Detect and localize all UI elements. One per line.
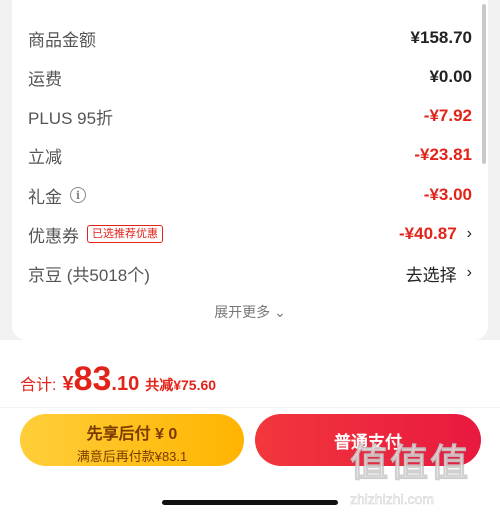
coupon-value-group: -¥40.87 › <box>399 224 472 244</box>
jingdou-value-group: 去选择 › <box>406 261 472 286</box>
total-integer: 83 <box>73 360 112 398</box>
goods-amount-value: ¥158.70 <box>410 28 472 47</box>
row-instant-discount: 立减 -¥23.81 <box>28 135 472 175</box>
divider <box>0 407 500 408</box>
plus-discount-value: -¥7.92 <box>423 106 472 125</box>
shipping-label: 运费 <box>28 69 62 89</box>
shipping-value: ¥0.00 <box>429 67 472 86</box>
gift-money-label: 礼金 <box>28 187 62 207</box>
total-amount: 合计: ¥ 83 .10 共减¥75.60 <box>20 360 216 399</box>
instant-discount-label: 立减 <box>28 147 62 167</box>
watermark: 值值值 zhizhizhi.com <box>350 432 490 512</box>
coupon-label-group: 优惠券 已选推荐优惠 <box>28 222 163 247</box>
watermark-url: zhizhizhi.com <box>350 491 435 508</box>
expand-more-button[interactable]: 展开更多 ⌄ <box>12 302 488 322</box>
gift-money-value: -¥3.00 <box>423 185 472 204</box>
jingdou-select-text: 去选择 <box>405 265 457 285</box>
row-plus-discount: PLUS 95折 -¥7.92 <box>28 96 472 136</box>
total-saved: 共减¥75.60 <box>145 377 217 393</box>
chevron-right-icon: › <box>466 225 472 242</box>
pay-later-subtitle: 满意后再付款¥83.1 <box>76 449 188 464</box>
row-shipping: 运费 ¥0.00 <box>28 57 472 97</box>
row-goods-amount: 商品金额 ¥158.70 <box>28 18 472 58</box>
row-jingdou[interactable]: 京豆 (共5018个) 去选择 › <box>28 253 472 293</box>
recommended-badge: 已选推荐优惠 <box>87 225 163 243</box>
pay-later-title: 先享后付 ¥ 0 <box>86 426 178 443</box>
goods-amount-label: 商品金额 <box>28 30 96 50</box>
row-gift-money: 礼金 i -¥3.00 <box>28 175 472 215</box>
pay-later-button[interactable]: 先享后付 ¥ 0 满意后再付款¥83.1 <box>20 414 244 466</box>
expand-more-label: 展开更多 <box>214 304 271 320</box>
chevron-down-icon: ⌄ <box>274 304 286 320</box>
chevron-right-icon: › <box>466 264 472 281</box>
info-icon[interactable]: i <box>70 187 86 203</box>
coupon-label: 优惠券 <box>28 226 79 246</box>
watermark-logo: 值值值 <box>350 443 471 486</box>
coupon-value: -¥40.87 <box>399 224 457 243</box>
scrollbar[interactable] <box>482 4 486 164</box>
plus-discount-label: PLUS 95折 <box>28 108 114 128</box>
home-indicator[interactable] <box>162 500 338 505</box>
total-yen: ¥ <box>62 373 74 395</box>
row-coupon[interactable]: 优惠券 已选推荐优惠 -¥40.87 › <box>28 214 472 254</box>
total-label: 合计: <box>20 377 57 394</box>
jingdou-label: 京豆 (共5018个) <box>28 265 150 285</box>
total-decimal: .10 <box>111 373 140 395</box>
order-summary-card: 商品金额 ¥158.70 运费 ¥0.00 PLUS 95折 -¥7.92 立减… <box>12 0 488 340</box>
instant-discount-value: -¥23.81 <box>414 145 472 164</box>
gift-money-label-group: 礼金 i <box>28 183 86 208</box>
